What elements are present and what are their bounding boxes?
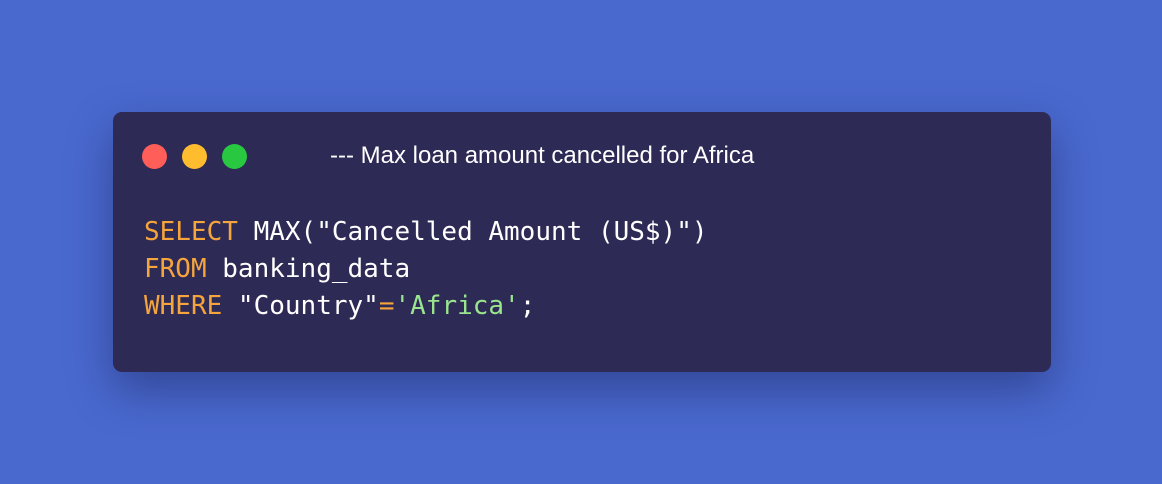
code-line-where: WHERE "Country"='Africa'; (144, 288, 708, 325)
keyword-from: FROM (144, 254, 207, 284)
select-expression: MAX("Cancelled Amount (US$)") (237, 217, 708, 247)
table-name: banking_data (206, 254, 411, 284)
minimize-button[interactable] (182, 144, 207, 169)
keyword-where: WHERE (144, 291, 223, 321)
close-button[interactable] (142, 144, 167, 169)
equals-operator: = (378, 291, 395, 321)
window-title: --- Max loan amount cancelled for Africa (330, 142, 755, 169)
code-window: --- Max loan amount cancelled for Africa… (113, 112, 1051, 372)
code-line-from: FROM banking_data (144, 251, 708, 288)
zoom-button[interactable] (222, 144, 247, 169)
window-titlebar: --- Max loan amount cancelled for Africa (113, 112, 1051, 192)
statement-terminator: ; (519, 291, 536, 321)
code-line-select: SELECT MAX("Cancelled Amount (US$)") (144, 214, 708, 251)
keyword-select: SELECT (144, 217, 238, 247)
column-identifier: "Country" (222, 291, 379, 321)
sql-code-block: SELECT MAX("Cancelled Amount (US$)") FROM… (144, 214, 708, 325)
string-literal: 'Africa' (394, 291, 520, 321)
